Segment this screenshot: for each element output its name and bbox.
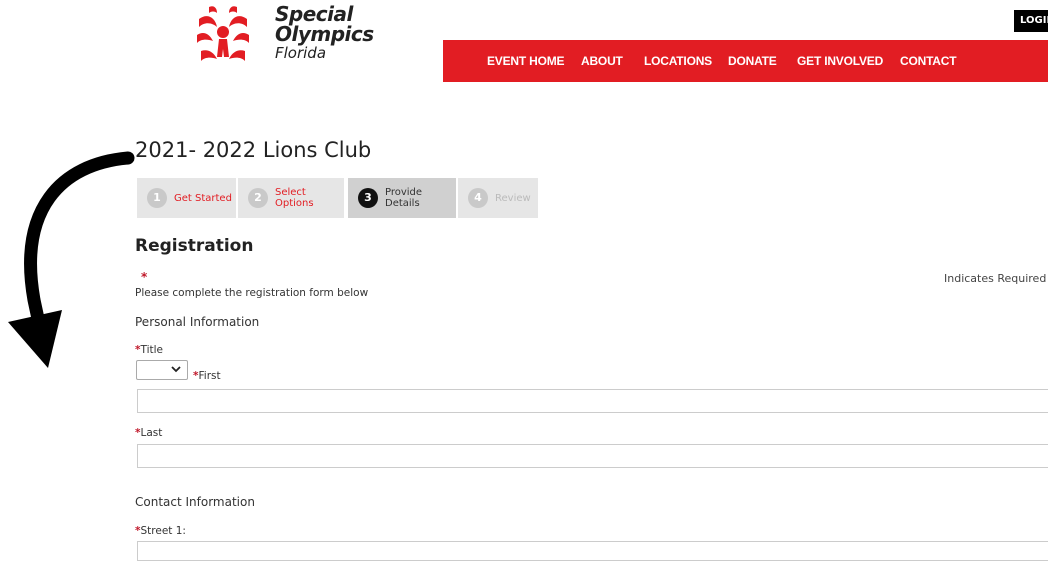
step-review: 4 Review	[458, 178, 538, 218]
logo-line-florida: Florida	[275, 44, 327, 62]
step-number: 1	[147, 188, 167, 208]
last-name-label-text: Last	[140, 427, 163, 439]
street-1-label: *Street 1:	[135, 525, 186, 537]
nav-donate[interactable]: DONATE	[728, 40, 777, 82]
first-name-input[interactable]	[137, 389, 1048, 413]
step-label: Get Started	[174, 192, 232, 204]
first-name-label-text: First	[198, 370, 221, 382]
step-select-options[interactable]: 2 Select Options	[238, 178, 344, 218]
step-label: Provide Details	[385, 187, 423, 209]
nav-get-involved[interactable]: GET INVOLVED	[797, 40, 883, 82]
step-number: 4	[468, 188, 488, 208]
nav-contact[interactable]: CONTACT	[900, 40, 957, 82]
required-star: *	[141, 270, 148, 284]
page-title: 2021- 2022 Lions Club	[135, 138, 372, 162]
nav-about[interactable]: ABOUT	[581, 40, 623, 82]
contact-information-heading: Contact Information	[135, 495, 255, 509]
chevron-down-icon	[171, 366, 181, 373]
logo-wordmark[interactable]: Special Olympics Florida	[275, 4, 374, 61]
logo-line-special: Special	[275, 2, 353, 26]
logo-line-olympics: Olympics	[275, 22, 374, 46]
nav-locations[interactable]: LOCATIONS	[644, 40, 712, 82]
registration-heading: Registration	[135, 236, 254, 256]
step-label: Review	[495, 192, 531, 204]
curved-arrow-icon	[8, 151, 135, 368]
step-get-started[interactable]: 1 Get Started	[137, 178, 236, 218]
last-name-input[interactable]	[137, 444, 1048, 468]
step-label: Select Options	[275, 187, 314, 209]
indicates-required-text: Indicates Required	[944, 272, 1047, 285]
title-label-text: Title	[140, 344, 164, 356]
street-1-input[interactable]	[137, 541, 1048, 561]
main-nav: EVENT HOME ABOUT LOCATIONS DONATE GET IN…	[443, 40, 1048, 82]
step-number: 2	[248, 188, 268, 208]
step-provide-details: 3 Provide Details	[348, 178, 456, 218]
step-number: 3	[358, 188, 378, 208]
form-instructions: Please complete the registration form be…	[135, 287, 369, 299]
street-1-label-text: Street 1:	[140, 525, 186, 537]
first-name-label: *First	[193, 370, 221, 382]
nav-event-home[interactable]: EVENT HOME	[487, 40, 565, 82]
title-select[interactable]	[136, 360, 188, 380]
last-name-label: *Last	[135, 427, 162, 439]
personal-information-heading: Personal Information	[135, 315, 260, 329]
login-button[interactable]: LOGIN	[1014, 10, 1048, 32]
